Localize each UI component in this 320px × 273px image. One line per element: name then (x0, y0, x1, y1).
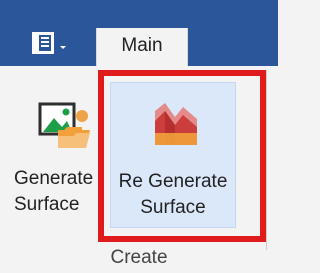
group-separator (266, 70, 267, 250)
ribbon-tab-bar: Main (0, 0, 278, 66)
document-menu-icon (32, 32, 66, 54)
generate-surface-label: Generate Surface (14, 168, 94, 215)
generate-surface-button[interactable]: Generate Surface (14, 96, 110, 234)
tab-main[interactable]: Main (96, 28, 188, 66)
generate-surface-icon (38, 102, 90, 148)
regenerate-surface-icon (155, 103, 197, 145)
regenerate-surface-label: Re Generate Surface (118, 171, 228, 218)
regenerate-surface-button[interactable]: Re Generate Surface (110, 82, 236, 228)
app-menu-button[interactable] (28, 28, 74, 60)
ribbon-group-label: Create (110, 247, 168, 268)
